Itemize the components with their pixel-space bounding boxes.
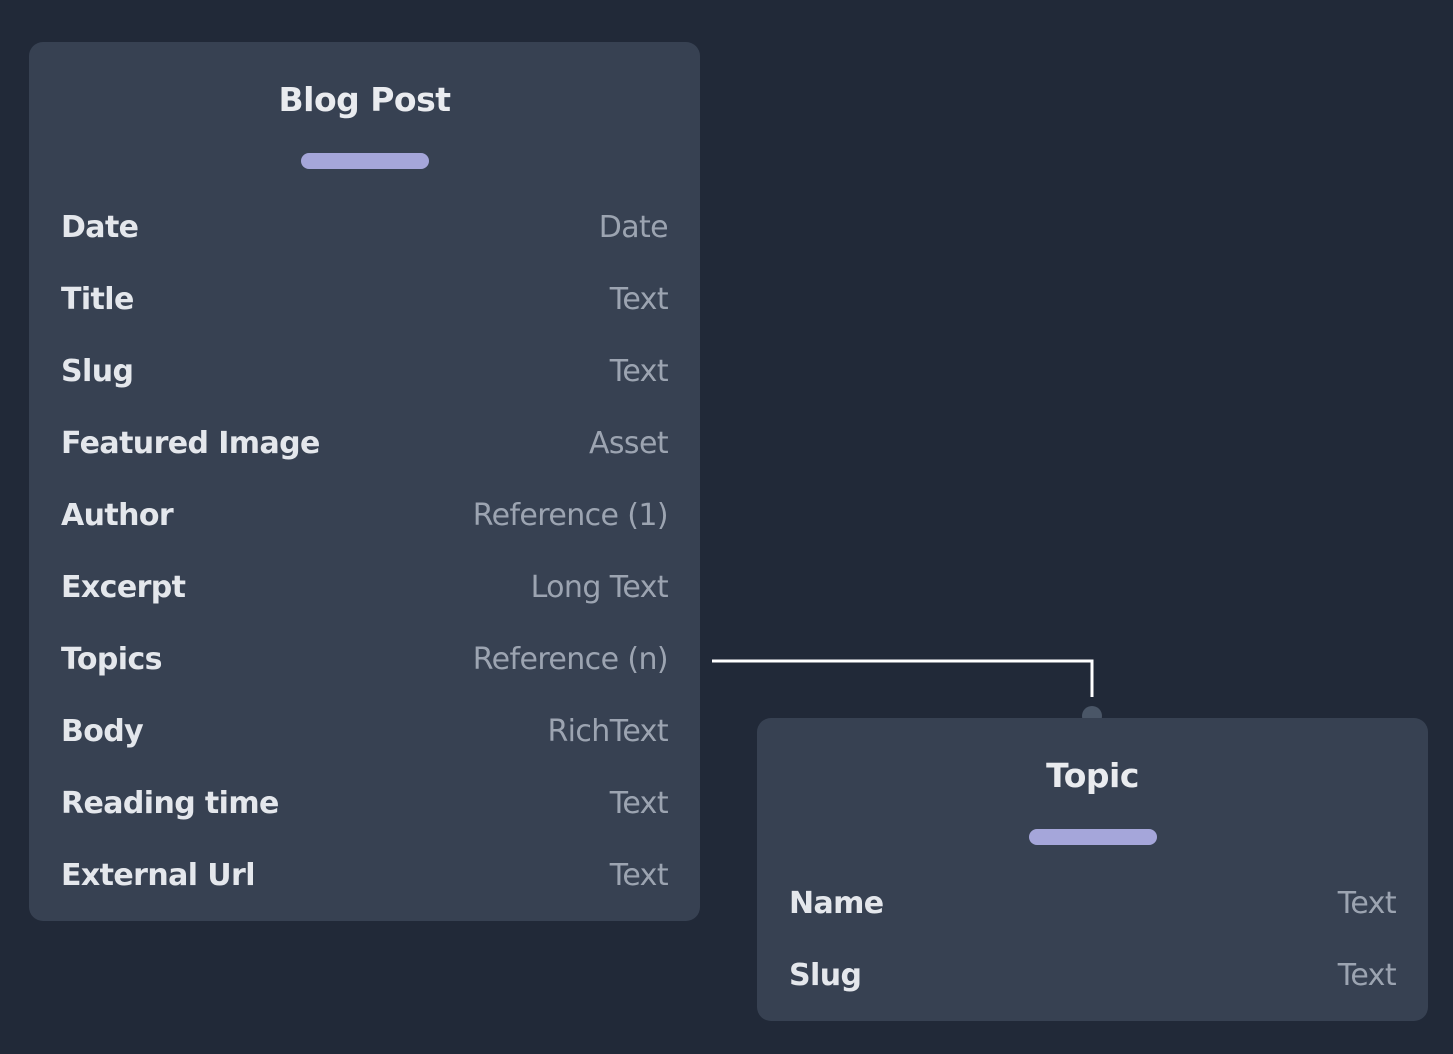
field-type: RichText bbox=[547, 713, 668, 749]
model-title: Blog Post bbox=[278, 80, 451, 119]
field-type: Text bbox=[609, 353, 669, 389]
field-row-topics[interactable]: Topics Reference (n) bbox=[61, 639, 669, 679]
field-type: Asset bbox=[588, 425, 669, 461]
field-type: Reference (1) bbox=[472, 497, 669, 533]
field-row-author[interactable]: Author Reference (1) bbox=[61, 495, 669, 535]
model-card-blog-post[interactable]: Blog Post Date Date Title Text Slug Text… bbox=[29, 42, 700, 921]
field-type: Text bbox=[1337, 957, 1397, 993]
field-row-reading-time[interactable]: Reading time Text bbox=[61, 783, 669, 823]
field-name: Slug bbox=[789, 957, 862, 993]
field-type: Reference (n) bbox=[472, 641, 669, 677]
field-type: Text bbox=[1337, 885, 1397, 921]
field-row-featured-image[interactable]: Featured Image Asset bbox=[61, 423, 669, 463]
field-row-date[interactable]: Date Date bbox=[61, 207, 669, 247]
field-row-slug[interactable]: Slug Text bbox=[789, 955, 1397, 995]
model-title: Topic bbox=[1046, 756, 1139, 795]
field-name: External Url bbox=[61, 857, 256, 893]
schema-canvas: Blog Post Date Date Title Text Slug Text… bbox=[0, 0, 1453, 1054]
model-accent-bar bbox=[300, 153, 429, 169]
relation-line-topics-to-topic bbox=[712, 659, 1094, 697]
field-type: Text bbox=[609, 785, 669, 821]
model-accent-bar bbox=[1028, 829, 1157, 845]
field-type: Text bbox=[609, 857, 669, 893]
field-name: Name bbox=[789, 885, 884, 921]
field-name: Date bbox=[61, 209, 139, 245]
field-type: Text bbox=[609, 281, 669, 317]
field-name: Reading time bbox=[61, 785, 279, 821]
field-name: Topics bbox=[61, 641, 162, 677]
field-type: Long Text bbox=[530, 569, 669, 605]
field-row-body[interactable]: Body RichText bbox=[61, 711, 669, 751]
field-name: Featured Image bbox=[61, 425, 320, 461]
field-row-excerpt[interactable]: Excerpt Long Text bbox=[61, 567, 669, 607]
model-card-topic[interactable]: Topic Name Text Slug Text bbox=[757, 718, 1428, 1021]
field-type: Date bbox=[598, 209, 669, 245]
field-name: Excerpt bbox=[61, 569, 186, 605]
field-row-name[interactable]: Name Text bbox=[789, 883, 1397, 923]
field-row-external-url[interactable]: External Url Text bbox=[61, 855, 669, 895]
field-row-title[interactable]: Title Text bbox=[61, 279, 669, 319]
field-name: Title bbox=[61, 281, 134, 317]
field-name: Body bbox=[61, 713, 144, 749]
field-row-slug[interactable]: Slug Text bbox=[61, 351, 669, 391]
field-name: Author bbox=[61, 497, 174, 533]
field-name: Slug bbox=[61, 353, 134, 389]
